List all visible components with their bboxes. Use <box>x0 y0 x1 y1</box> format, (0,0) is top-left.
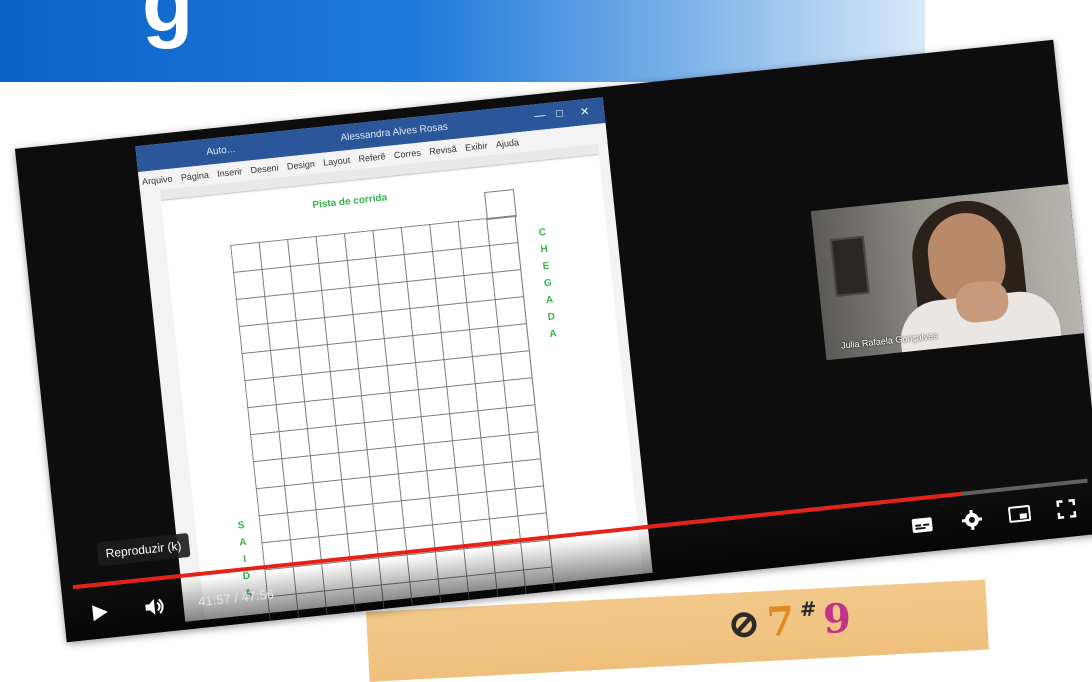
finish-letter: G <box>543 277 553 290</box>
word-autosave: Auto... <box>205 143 236 158</box>
document-title: Pista de corrida <box>311 192 388 212</box>
finish-label: C H E G A D A <box>538 224 558 343</box>
play-icon[interactable] <box>89 602 111 624</box>
ribbon-tab: Arquivo <box>141 173 173 187</box>
finish-letter: A <box>545 294 554 307</box>
fullscreen-icon[interactable] <box>1055 498 1077 520</box>
time-display: 41:57 / 47:56 <box>197 586 275 610</box>
ribbon-tab: Deseni <box>250 162 279 176</box>
ribbon-tab: Layout <box>322 154 351 168</box>
ribbon-tab: Design <box>286 158 316 172</box>
ribbon-tab: Página <box>180 169 210 183</box>
finish-letter: D <box>547 311 556 324</box>
finish-letter: C <box>538 226 547 239</box>
close-icon: ✕ <box>579 105 591 119</box>
webcam-feed: Julia Rafaela Gonçalves <box>810 183 1091 361</box>
start-letter: I <box>242 554 247 566</box>
ribbon-tab: Inserir <box>216 166 243 179</box>
finish-letter: H <box>540 243 549 256</box>
video-player[interactable]: Auto... Alessandra Alves Rosas — □ ✕ Arq… <box>14 39 1092 643</box>
subtitles-icon[interactable] <box>910 515 934 535</box>
decorative-symbols: ⊘7#9 <box>725 594 859 649</box>
volume-icon[interactable] <box>143 596 169 618</box>
ribbon-tab: Revisã <box>428 143 458 157</box>
finish-letter: A <box>548 328 558 341</box>
maximize-icon: □ <box>555 107 564 121</box>
gear-icon[interactable] <box>960 508 984 532</box>
finish-letter: E <box>542 260 550 273</box>
ribbon-tab: Corres <box>393 147 422 161</box>
miniplayer-icon[interactable] <box>1008 504 1032 524</box>
minimize-icon: — <box>533 109 546 123</box>
ribbon-tab: Ajuda <box>495 137 520 150</box>
start-letter: S <box>237 520 246 532</box>
wall-picture <box>829 235 870 297</box>
play-tooltip: Reproduzir (k) <box>96 532 191 567</box>
start-letter: A <box>238 536 248 549</box>
ribbon-tab: Referê <box>358 151 386 165</box>
banner-letter: g <box>142 0 194 49</box>
ribbon-tab: Exibir <box>464 140 489 153</box>
